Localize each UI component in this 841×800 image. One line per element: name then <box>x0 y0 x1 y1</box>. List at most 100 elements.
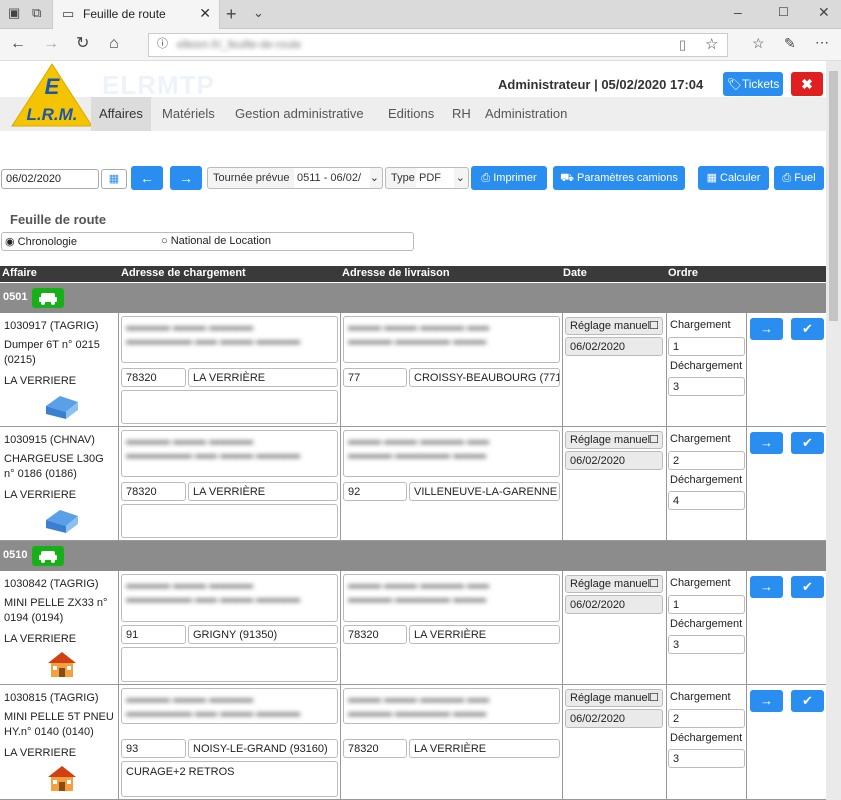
close-app-button[interactable]: ✖ <box>791 72 823 96</box>
chargement-order-field[interactable]: 2 <box>668 451 745 470</box>
calculer-button[interactable]: ▦ Calculer <box>698 166 769 190</box>
nav-affaires[interactable]: Affaires <box>91 97 151 131</box>
tab-title: Feuille de route <box>83 7 166 21</box>
back-icon[interactable]: ← <box>10 36 26 52</box>
refresh-icon[interactable]: ↻ <box>76 36 89 52</box>
move-arrow-button[interactable]: → <box>750 432 783 454</box>
move-arrow-button[interactable]: → <box>750 576 783 598</box>
livraison-address-field[interactable]: ▬▬▬ ▬▬▬ ▬▬▬▬ ▬▬ ▬▬▬▬ ▬▬▬▬▬ ▬▬▬ <box>343 430 560 477</box>
livraison-address-field[interactable]: ▬▬▬ ▬▬▬ ▬▬▬▬ ▬▬ ▬▬▬▬ ▬▬▬▬▬ ▬▬▬ <box>343 316 560 363</box>
nav-editions[interactable]: Editions <box>380 97 442 131</box>
dechargement-order-field[interactable]: 3 <box>668 749 745 768</box>
tickets-button[interactable]: 🏷︎Tickets <box>723 72 783 96</box>
dechargement-order-field[interactable]: 3 <box>668 635 745 654</box>
browser-tab[interactable]: ▭ Feuille de route ✕ <box>52 0 220 29</box>
url-field[interactable]: ⓘ ellesm.fr/_feuille-de-route ▯ ☆ <box>148 33 728 57</box>
radio-chronologie[interactable]: ◉ Chronologie <box>5 235 77 248</box>
reglage-manuel[interactable]: Réglage manuel ☐ <box>565 689 663 707</box>
parametres-camions-button[interactable]: ⛟ Paramètres camions <box>553 166 685 190</box>
reglage-manuel[interactable]: Réglage manuel ☐ <box>565 317 663 335</box>
nav-gestion-administrative[interactable]: Gestion administrative <box>227 97 372 131</box>
more-icon[interactable]: ⋯ <box>815 35 829 49</box>
chargement-ville-field[interactable]: LA VERRIÈRE <box>188 482 338 501</box>
chargement-comment-field[interactable] <box>121 390 338 424</box>
dechargement-order-field[interactable]: 4 <box>668 491 745 510</box>
window-close-icon[interactable]: ✕ <box>818 5 830 19</box>
nav-rh[interactable]: RH <box>444 97 479 131</box>
affaire-reference[interactable]: 1030915 (CHNAV) <box>4 434 95 446</box>
chargement-order-field[interactable]: 1 <box>668 595 745 614</box>
page-scrollbar[interactable] <box>826 61 841 800</box>
move-arrow-button[interactable]: → <box>750 690 783 712</box>
date-input[interactable]: 06/02/2020 <box>1 169 99 189</box>
livraison-ville-field[interactable]: CROISSY-BEAUBOURG (77183) <box>409 368 560 387</box>
radio-national-location[interactable]: ○ National de Location <box>161 235 271 247</box>
livraison-address-field[interactable]: ▬▬▬ ▬▬▬ ▬▬▬▬ ▬▬ ▬▬▬▬ ▬▬▬▬▬ ▬▬▬ <box>343 574 560 622</box>
scrollbar-thumb[interactable] <box>829 71 838 321</box>
chargement-address-field[interactable]: ▬▬▬▬ ▬▬▬ ▬▬▬▬ ▬▬▬▬▬▬ ▬▬ ▬▬▬ ▬▬▬▬ <box>121 430 338 477</box>
dechargement-order-field[interactable]: 3 <box>668 377 745 396</box>
forward-icon[interactable]: → <box>43 36 59 52</box>
affaire-reference[interactable]: 1030815 (TAGRIG) <box>4 692 99 704</box>
tournee-select[interactable]: Tournée prévue 0511 - 06/02/ ⌄ <box>207 167 383 189</box>
reglage-manuel[interactable]: Réglage manuel ☐ <box>565 431 663 449</box>
reglage-checkbox[interactable]: ☐ <box>649 432 659 448</box>
affaire-reference[interactable]: 1030842 (TAGRIG) <box>4 578 99 590</box>
chargement-cp-field[interactable]: 93 <box>121 739 186 758</box>
column-divider <box>340 313 341 427</box>
chargement-order-field[interactable]: 1 <box>668 337 745 356</box>
next-day-button[interactable]: → <box>170 166 202 190</box>
chargement-cp-field[interactable]: 91 <box>121 625 186 644</box>
chargement-cp-field[interactable]: 78320 <box>121 482 186 501</box>
minimize-icon[interactable]: – <box>734 5 742 19</box>
reading-view-icon[interactable]: ▯ <box>679 38 686 51</box>
maximize-icon[interactable]: ☐ <box>778 6 789 18</box>
nav-materiels[interactable]: Matériels <box>154 97 223 131</box>
chargement-order-field[interactable]: 2 <box>668 709 745 728</box>
chargement-comment-field[interactable] <box>121 647 338 682</box>
reglage-checkbox[interactable]: ☐ <box>649 690 659 706</box>
livraison-cp-field[interactable]: 77 <box>343 368 407 387</box>
livraison-ville-field[interactable]: VILLENEUVE-LA-GARENNE (92390) <box>409 482 560 501</box>
favorites-icon[interactable]: ☆ <box>752 36 765 50</box>
livraison-cp-field[interactable]: 92 <box>343 482 407 501</box>
imprimer-button[interactable]: ⎙ Imprimer <box>471 166 547 190</box>
validate-check-button[interactable]: ✔ <box>791 432 824 454</box>
move-arrow-button[interactable]: → <box>750 318 783 340</box>
validate-check-button[interactable]: ✔ <box>791 690 824 712</box>
chargement-ville-field[interactable]: NOISY-LE-GRAND (93160) <box>188 739 338 758</box>
nav-administration[interactable]: Administration <box>477 97 575 131</box>
reglage-checkbox[interactable]: ☐ <box>649 318 659 334</box>
chargement-address-field[interactable]: ▬▬▬▬ ▬▬▬ ▬▬▬▬ ▬▬▬▬▬▬ ▬▬ ▬▬▬ ▬▬▬▬ <box>121 316 338 363</box>
tab-close-icon[interactable]: ✕ <box>199 5 211 22</box>
chargement-comment-field[interactable]: CURAGE+2 RETROS <box>121 761 338 797</box>
tab-list-chevron-icon[interactable]: ⌄ <box>253 6 264 19</box>
chargement-cp-field[interactable]: 78320 <box>121 368 186 387</box>
reglage-checkbox[interactable]: ☐ <box>649 576 659 592</box>
livraison-address-field[interactable]: ▬▬▬ ▬▬▬ ▬▬▬▬ ▬▬ ▬▬▬▬ ▬▬▬▬▬ ▬▬▬ <box>343 688 560 724</box>
chargement-ville-field[interactable]: GRIGNY (91350) <box>188 625 338 644</box>
chargement-ville-field[interactable]: LA VERRIÈRE <box>188 368 338 387</box>
chargement-address-field[interactable]: ▬▬▬▬ ▬▬▬ ▬▬▬▬ ▬▬▬▬▬▬ ▬▬ ▬▬▬ ▬▬▬▬ <box>121 688 338 724</box>
tab-actions-icon[interactable]: ▣ <box>8 6 20 19</box>
affaire-reference[interactable]: 1030917 (TAGRIG) <box>4 320 99 332</box>
previous-day-button[interactable]: ← <box>131 166 163 190</box>
affaire-lieu: LA VERRIERE <box>4 633 77 645</box>
validate-check-button[interactable]: ✔ <box>791 576 824 598</box>
livraison-cp-field[interactable]: 78320 <box>343 739 407 758</box>
livraison-ville-field[interactable]: LA VERRIÈRE <box>409 739 560 758</box>
chargement-address-field[interactable]: ▬▬▬▬ ▬▬▬ ▬▬▬▬ ▬▬▬▬▬▬ ▬▬ ▬▬▬ ▬▬▬▬ <box>121 574 338 622</box>
calendar-icon[interactable]: ▦ <box>101 169 127 189</box>
chargement-comment-field[interactable] <box>121 504 338 538</box>
new-tab-icon[interactable]: + <box>226 5 237 23</box>
type-select[interactable]: Type PDF ⌄ <box>385 167 469 189</box>
favorite-star-icon[interactable]: ☆ <box>705 37 718 52</box>
livraison-ville-field[interactable]: LA VERRIÈRE <box>409 625 560 644</box>
reglage-manuel[interactable]: Réglage manuel ☐ <box>565 575 663 593</box>
validate-check-button[interactable]: ✔ <box>791 318 824 340</box>
set-aside-tabs-icon[interactable]: ⧉ <box>32 6 41 19</box>
fuel-button[interactable]: ⎙ Fuel <box>774 166 824 190</box>
livraison-cp-field[interactable]: 78320 <box>343 625 407 644</box>
home-icon[interactable]: ⌂ <box>109 36 119 52</box>
pen-icon[interactable]: ✎ <box>784 36 796 50</box>
